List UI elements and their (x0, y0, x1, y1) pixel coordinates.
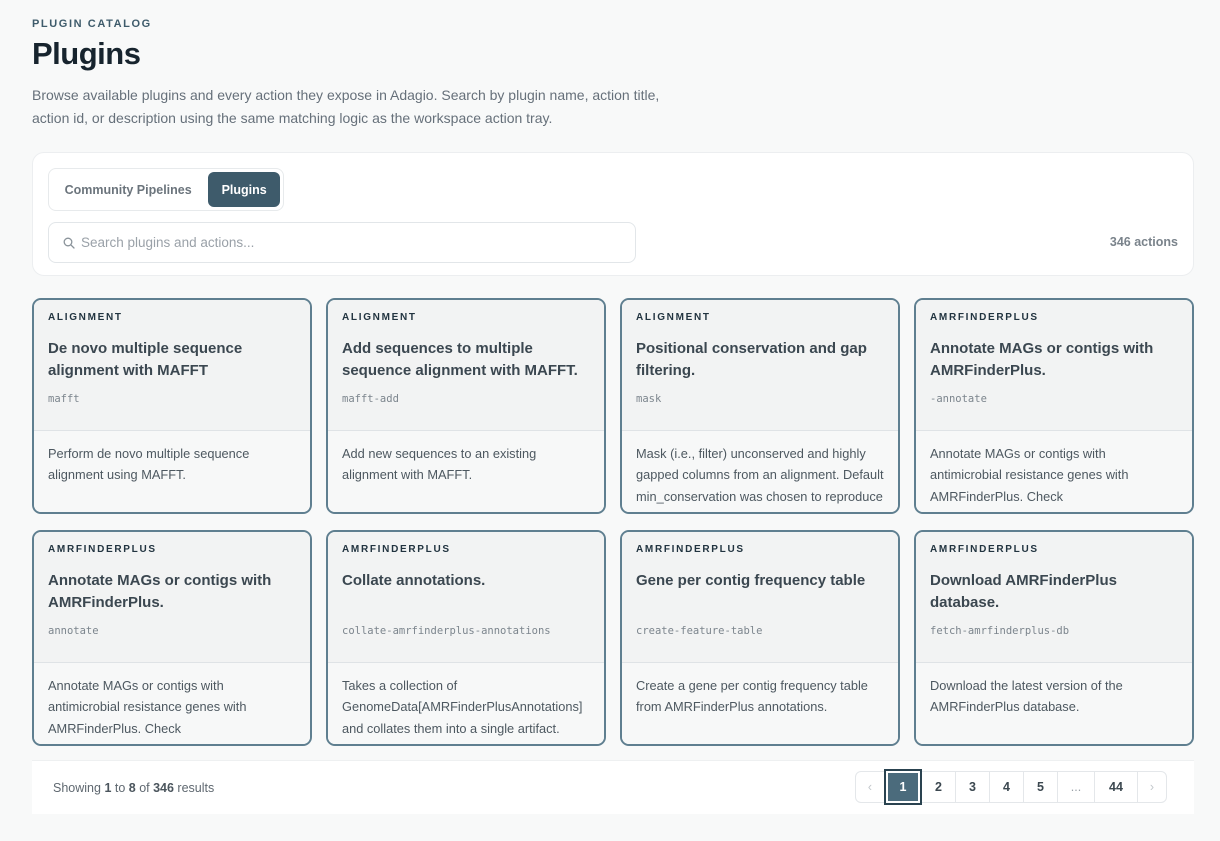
tab-plugins[interactable]: Plugins (208, 172, 280, 207)
action-card[interactable]: AMRFINDERPLUS Annotate MAGs or contigs w… (32, 530, 312, 746)
action-card[interactable]: ALIGNMENT Add sequences to multiple sequ… (326, 298, 606, 514)
card-action-id: create-feature-table (636, 625, 763, 637)
card-plugin-name: AMRFINDERPLUS (342, 544, 451, 555)
page-button-2[interactable]: 2 (921, 771, 956, 803)
card-action-id: annotate (48, 625, 99, 637)
card-plugin-name: AMRFINDERPLUS (636, 544, 745, 555)
card-plugin-name: AMRFINDERPLUS (930, 544, 1039, 555)
page-button-3[interactable]: 3 (955, 771, 990, 803)
card-plugin-name: ALIGNMENT (342, 312, 417, 323)
card-description: Add new sequences to an existing alignme… (328, 431, 604, 512)
page-title: Plugins (32, 36, 141, 71)
card-description: Takes a collection of GenomeData[AMRFind… (328, 663, 604, 744)
card-title: Add sequences to multiple sequence align… (342, 340, 578, 379)
action-card[interactable]: ALIGNMENT De novo multiple sequence alig… (32, 298, 312, 514)
card-action-id: mafft-add (342, 393, 399, 405)
next-page-button[interactable]: › (1137, 771, 1167, 803)
card-description: Create a gene per contig frequency table… (622, 663, 898, 744)
card-title: Annotate MAGs or contigs with AMRFinderP… (48, 572, 272, 611)
page-button-1[interactable]: 1 (884, 769, 922, 805)
card-action-id: fetch-amrfinderplus-db (930, 625, 1070, 637)
page-button-44[interactable]: 44 (1094, 771, 1138, 803)
card-plugin-name: ALIGNMENT (48, 312, 123, 323)
card-title: De novo multiple sequence alignment with… (48, 340, 243, 379)
prev-page-button[interactable]: ‹ (855, 771, 885, 803)
card-plugin-name: AMRFINDERPLUS (930, 312, 1039, 323)
results-to: 8 (128, 781, 136, 795)
catalog-tabs: Community Pipelines Plugins (48, 168, 284, 211)
results-suffix: results (173, 781, 215, 795)
card-action-id: collate-amrfinderplus-annotations (342, 625, 551, 637)
results-total: 346 (153, 781, 174, 795)
card-plugin-name: ALIGNMENT (636, 312, 711, 323)
card-title: Collate annotations. (342, 572, 486, 589)
card-title: Positional conservation and gap filterin… (636, 340, 867, 379)
results-prefix: Showing (53, 781, 105, 795)
action-card[interactable]: AMRFINDERPLUS Annotate MAGs or contigs w… (914, 298, 1194, 514)
card-action-id: -annotate (930, 393, 987, 405)
pagination: ‹ 1 2 3 4 5 ... 44 › (855, 769, 1167, 805)
page-eyebrow: PLUGIN CATALOG (32, 18, 152, 30)
page-button-4[interactable]: 4 (989, 771, 1024, 803)
card-title: Download AMRFinderPlus database. (930, 572, 1117, 611)
card-description: Download the latest version of the AMRFi… (916, 663, 1192, 744)
plugin-card-grid: ALIGNMENT De novo multiple sequence alig… (32, 298, 1194, 746)
action-count: 346 actions (1109, 235, 1178, 249)
results-of-word: of (135, 781, 154, 795)
pagination-footer: Showing 1 to 8 of 346 results ‹ 1 2 3 4 … (32, 760, 1194, 814)
card-action-id: mask (636, 393, 662, 405)
card-action-id: mafft (48, 393, 80, 405)
results-summary: Showing 1 to 8 of 346 results (53, 781, 214, 795)
results-to-word: to (111, 781, 129, 795)
card-title: Annotate MAGs or contigs with AMRFinderP… (930, 340, 1154, 379)
card-plugin-name: AMRFINDERPLUS (48, 544, 157, 555)
search-input[interactable] (81, 235, 621, 250)
catalog-controls-panel: Community Pipelines Plugins 346 actions (32, 152, 1194, 276)
page-description: Browse available plugins and every actio… (32, 87, 660, 126)
action-card[interactable]: AMRFINDERPLUS Gene per contig frequency … (620, 530, 900, 746)
search-icon (63, 237, 75, 249)
card-description: Mask (i.e., filter) unconserved and high… (622, 431, 898, 512)
card-description: Annotate MAGs or contigs with antimicrob… (916, 431, 1192, 512)
card-description: Annotate MAGs or contigs with antimicrob… (34, 663, 310, 744)
card-title: Gene per contig frequency table (636, 572, 866, 589)
action-card[interactable]: AMRFINDERPLUS Download AMRFinderPlus dat… (914, 530, 1194, 746)
page-button-5[interactable]: 5 (1023, 771, 1058, 803)
search-box[interactable] (48, 222, 636, 263)
card-description: Perform de novo multiple sequence alignm… (34, 431, 310, 512)
action-card[interactable]: AMRFINDERPLUS Collate annotations. colla… (326, 530, 606, 746)
tab-community-pipelines[interactable]: Community Pipelines (52, 172, 204, 207)
action-card[interactable]: ALIGNMENT Positional conservation and ga… (620, 298, 900, 514)
pagination-ellipsis: ... (1057, 771, 1095, 803)
